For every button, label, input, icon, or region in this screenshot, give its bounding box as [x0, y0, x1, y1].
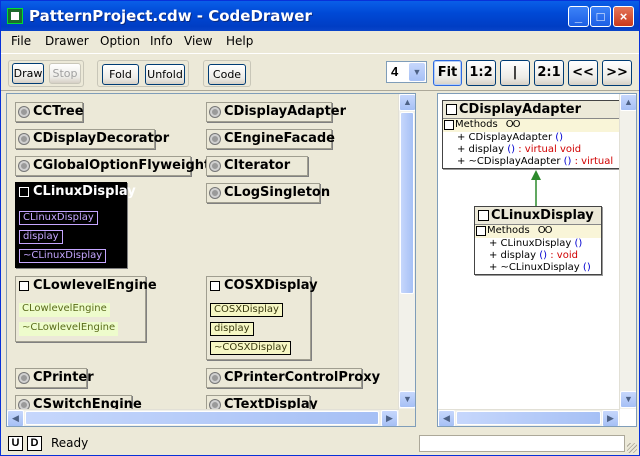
class-item[interactable]: CCTree — [15, 102, 84, 122]
app-window: PatternProject.cdw - CodeDrawer _ □ × Fi… — [0, 0, 640, 456]
depth-select[interactable]: 4 ▼ — [386, 61, 427, 83]
checkbox-icon[interactable] — [19, 281, 29, 291]
scroll-up-icon[interactable]: ▲ — [399, 94, 415, 111]
checkbox-icon[interactable] — [19, 187, 29, 197]
d-button[interactable]: D — [27, 436, 42, 451]
chevron-down-icon[interactable]: ▼ — [409, 63, 425, 81]
fit-button[interactable]: Fit — [433, 60, 462, 86]
zoom-1-1-button[interactable]: | — [500, 60, 530, 86]
u-button[interactable]: U — [8, 436, 23, 451]
minimize-button[interactable]: _ — [568, 6, 589, 27]
scroll-left-icon[interactable]: ◀ — [438, 410, 455, 426]
scroll-right-icon[interactable]: ▶ — [381, 410, 398, 426]
method-item[interactable]: CLowlevelEngine — [19, 303, 110, 317]
uml-class-title: CLinuxDisplay — [475, 207, 601, 225]
methods-section[interactable]: Methods OO — [475, 225, 601, 238]
scroll-right-icon[interactable]: ▶ — [602, 410, 619, 426]
fold-button[interactable]: Fold — [102, 64, 139, 85]
menu-help[interactable]: Help — [226, 34, 253, 48]
class-item-expanded[interactable]: CLinuxDisplay CLinuxDisplay display ~CLi… — [15, 182, 136, 268]
window-title: PatternProject.cdw - CodeDrawer — [29, 7, 312, 25]
class-item[interactable]: CPrinterControlProxy — [206, 368, 380, 388]
scroll-down-icon[interactable]: ▼ — [620, 391, 636, 408]
method-item[interactable]: CLinuxDisplay — [19, 211, 98, 225]
toolbar: Draw Stop Fold Unfold Code 4 ▼ Fit 1:2 |… — [1, 53, 639, 91]
class-list-pane: CCTree CDisplayAdapter CDisplayDecorator… — [6, 93, 416, 427]
method-row[interactable]: + display () : void — [475, 250, 601, 262]
scroll-thumb[interactable] — [456, 411, 601, 425]
status-bar: U D Ready — [1, 433, 639, 455]
class-gear-icon — [210, 188, 220, 198]
maximize-button[interactable]: □ — [590, 6, 611, 27]
rings-icon: OO — [537, 225, 553, 236]
horizontal-scrollbar[interactable]: ◀ ▶ — [7, 409, 399, 426]
status-text: Ready — [51, 436, 89, 450]
draw-button[interactable]: Draw — [12, 63, 44, 84]
class-item-expanded[interactable]: COSXDisplay COSXDisplay display ~COSXDis… — [206, 276, 318, 360]
class-item[interactable]: CLogSingleton — [206, 183, 330, 203]
method-item[interactable]: ~CLinuxDisplay — [19, 249, 107, 263]
class-item[interactable]: CDisplayAdapter — [206, 102, 346, 122]
class-gear-icon — [19, 373, 29, 383]
scroll-up-icon[interactable]: ▲ — [620, 94, 636, 111]
unfold-button[interactable]: Unfold — [145, 64, 185, 85]
menu-info[interactable]: Info — [150, 34, 173, 48]
checkbox-icon[interactable] — [478, 210, 489, 221]
horizontal-scrollbar[interactable]: ◀ ▶ — [438, 409, 620, 426]
vertical-scrollbar[interactable]: ▲ ▼ — [398, 94, 415, 409]
class-gear-icon — [19, 107, 29, 117]
method-item[interactable]: display — [19, 230, 63, 244]
menu-option[interactable]: Option — [100, 34, 140, 48]
method-row[interactable]: + ~CLinuxDisplay () — [475, 262, 601, 274]
depth-value: 4 — [391, 64, 399, 79]
scroll-left-icon[interactable]: ◀ — [7, 410, 24, 426]
class-item[interactable]: CIterator — [206, 156, 308, 176]
scroll-thumb[interactable] — [400, 112, 414, 294]
class-title: CLinuxDisplay — [16, 183, 136, 203]
status-field — [419, 435, 625, 452]
zoom-2-1-button[interactable]: 2:1 — [534, 60, 564, 86]
title-bar[interactable]: PatternProject.cdw - CodeDrawer _ □ × — [1, 1, 639, 31]
app-logo-icon — [7, 8, 23, 24]
menu-drawer[interactable]: Drawer — [45, 34, 89, 48]
class-item[interactable]: CPrinter — [15, 368, 94, 388]
stop-button[interactable]: Stop — [49, 63, 81, 84]
menu-bar: File Drawer Option Info View Help — [1, 31, 639, 51]
uml-class-child[interactable]: CLinuxDisplay Methods OO + CLinuxDisplay … — [474, 206, 602, 275]
checkbox-icon[interactable] — [210, 281, 220, 291]
class-gear-icon — [210, 107, 220, 117]
scroll-down-icon[interactable]: ▼ — [399, 391, 415, 408]
method-row[interactable]: + CLinuxDisplay () — [475, 238, 601, 250]
class-gear-icon — [210, 161, 220, 171]
class-item[interactable]: CEngineFacade — [206, 129, 335, 149]
code-button[interactable]: Code — [208, 64, 246, 85]
class-item[interactable]: CGlobalOptionFlyweight — [15, 156, 210, 176]
pane-splitter[interactable] — [425, 93, 433, 427]
class-gear-icon — [19, 134, 29, 144]
method-item[interactable]: display — [210, 322, 254, 336]
diagram-pane: CDisplayAdapter Methods OO + CDisplayAdap… — [437, 93, 637, 427]
class-item-expanded[interactable]: CLowlevelEngine CLowlevelEngine ~CLowlev… — [15, 276, 157, 342]
class-item[interactable]: CDisplayDecorator — [15, 129, 169, 149]
next-button[interactable]: >> — [602, 60, 632, 86]
class-gear-icon — [210, 373, 220, 383]
prev-button[interactable]: << — [568, 60, 598, 86]
vertical-scrollbar[interactable]: ▲ ▼ — [619, 94, 636, 409]
class-title: COSXDisplay — [207, 277, 318, 297]
method-item[interactable]: ~COSXDisplay — [210, 341, 292, 355]
class-title: CLowlevelEngine — [16, 277, 157, 297]
zoom-1-2-button[interactable]: 1:2 — [466, 60, 496, 86]
scroll-thumb[interactable] — [25, 411, 379, 425]
class-gear-icon — [210, 134, 220, 144]
class-gear-icon — [19, 161, 29, 171]
resize-grip-icon[interactable] — [627, 443, 637, 453]
checkbox-icon[interactable] — [476, 226, 486, 236]
menu-view[interactable]: View — [184, 34, 212, 48]
method-item[interactable]: COSXDisplay — [210, 303, 283, 317]
menu-file[interactable]: File — [11, 34, 31, 48]
method-item[interactable]: ~CLowlevelEngine — [19, 322, 119, 336]
close-button[interactable]: × — [613, 6, 634, 27]
